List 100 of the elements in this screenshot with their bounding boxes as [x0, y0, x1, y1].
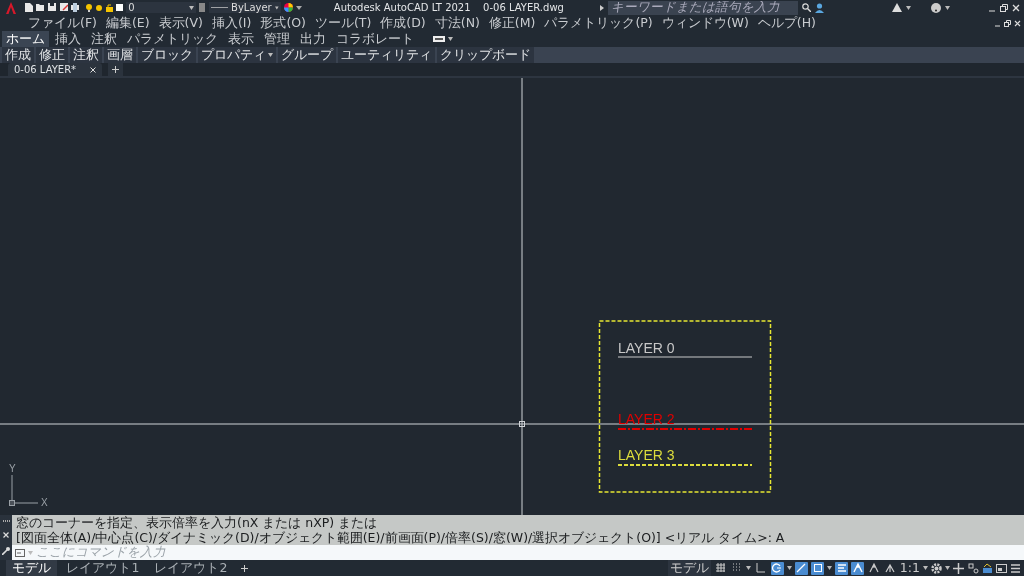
ribbon-panel-label[interactable]: グループ: [278, 47, 336, 63]
ribbon-panel-label[interactable]: 画層: [104, 47, 136, 63]
grid-toggle[interactable]: [714, 561, 728, 575]
close-icon[interactable]: [1012, 3, 1020, 12]
layer-label: LAYER 3: [618, 447, 675, 463]
plus-icon[interactable]: [953, 562, 965, 574]
caret-icon[interactable]: [923, 566, 928, 570]
ribbon-tab[interactable]: コラボレート: [332, 31, 418, 47]
menu-item[interactable]: 表示(V): [158, 15, 203, 31]
caret-icon[interactable]: [189, 5, 195, 10]
ribbon-panel-label[interactable]: 作成: [2, 47, 34, 63]
new-file-icon[interactable]: [25, 3, 34, 12]
user-icon[interactable]: [815, 2, 824, 13]
menu-item[interactable]: 形式(O): [260, 15, 306, 31]
lock-icon: [106, 3, 113, 12]
search-field[interactable]: キーワードまたは語句を入力: [608, 0, 798, 15]
menu-icon[interactable]: [1009, 562, 1021, 574]
gear-icon[interactable]: [931, 562, 943, 574]
ribbon-panel-label[interactable]: ブロック: [138, 47, 196, 63]
menu-item[interactable]: ヘルプ(H): [757, 15, 816, 31]
plus-icon[interactable]: [112, 66, 120, 73]
ribbon-toggle-icon[interactable]: [432, 36, 445, 42]
scale-dropdown[interactable]: 1:1: [899, 558, 928, 576]
model-space-button[interactable]: モデル: [668, 560, 711, 576]
close-icon[interactable]: [90, 66, 97, 73]
annotation-toggle[interactable]: [851, 561, 865, 575]
menu-item[interactable]: パラメトリック(P): [544, 15, 653, 31]
lineweight-toggle[interactable]: [835, 561, 849, 575]
layout-tab[interactable]: レイアウト1: [60, 560, 146, 576]
object-snap-toggle[interactable]: [811, 561, 824, 575]
layer-dropdown[interactable]: 0: [126, 2, 197, 13]
caret-icon[interactable]: [906, 5, 911, 10]
file-tab[interactable]: 0-06 LAYER*: [8, 63, 103, 76]
polar-toggle[interactable]: [770, 561, 784, 575]
ribbon-panel-label[interactable]: プロパティ: [198, 47, 276, 63]
command-icon[interactable]: [15, 548, 25, 557]
ribbon-panel-label[interactable]: 修正: [36, 47, 68, 63]
ribbon-tab[interactable]: 注釈: [87, 31, 121, 47]
command-history-line: [図面全体(A)/中心点(C)/ダイナミック(D)/オブジェクト範囲(E)/前画面(P)/倍率(S)/窓(W)/選択オブジェクト(O)] <リアル タイム>: A: [16, 530, 786, 545]
print-icon[interactable]: [70, 3, 79, 12]
ribbon-tab[interactable]: 挿入: [51, 31, 85, 47]
wrench-icon[interactable]: [2, 547, 10, 556]
save-icon[interactable]: [48, 3, 57, 11]
ribbon-panel-label[interactable]: 注釈: [70, 47, 102, 63]
caret-icon[interactable]: [274, 5, 279, 10]
ribbon-panel-label[interactable]: ユーティリティ: [338, 47, 435, 63]
menu-item[interactable]: 修正(M): [488, 15, 536, 31]
save-as-icon[interactable]: [59, 3, 68, 11]
open-folder-icon[interactable]: [36, 3, 46, 11]
command-history-line: 窓のコーナーを指定、表示倍率を入力(nX または nXP) または: [16, 515, 379, 530]
expand-arrow-icon[interactable]: [600, 4, 604, 11]
pattern-icon: [199, 3, 206, 12]
close-icon[interactable]: [1013, 19, 1021, 27]
restore-icon[interactable]: [1000, 3, 1008, 12]
ortho-toggle[interactable]: [754, 561, 768, 575]
caret-icon[interactable]: [447, 37, 453, 41]
linetype-line-icon: [210, 6, 228, 9]
annotation-toggle[interactable]: [867, 561, 881, 575]
menu-item[interactable]: 編集(E): [105, 15, 150, 31]
layout-tab[interactable]: レイアウト2: [148, 560, 234, 576]
caret-icon[interactable]: [746, 566, 752, 570]
caret-icon[interactable]: [827, 566, 833, 570]
angle-toggle[interactable]: [794, 561, 808, 575]
ribbon-tab[interactable]: 出力: [296, 31, 330, 47]
restore-icon[interactable]: [1003, 19, 1011, 27]
menu-item[interactable]: 挿入(I): [211, 15, 252, 31]
y-axis-label: Y: [9, 463, 16, 474]
ribbon-tab[interactable]: 表示: [224, 31, 258, 47]
menu-item[interactable]: ファイル(F): [28, 15, 97, 31]
ribbon-tab[interactable]: 管理: [260, 31, 294, 47]
bulb-icon: [85, 3, 92, 12]
grip-icon[interactable]: [2, 519, 10, 523]
help-icon[interactable]: [931, 2, 941, 13]
ucs-icon: [9, 474, 39, 506]
ribbon-panel-label[interactable]: クリップボード: [437, 47, 534, 63]
linetype-dropdown[interactable]: ByLayer: [208, 2, 281, 13]
layout-tab[interactable]: モデル: [6, 560, 58, 576]
ribbon-tab[interactable]: ホーム: [2, 31, 49, 47]
plus-icon[interactable]: [240, 564, 248, 572]
caret-icon[interactable]: [268, 53, 273, 57]
color-wheel-icon[interactable]: [283, 3, 293, 12]
search-icon[interactable]: [802, 3, 811, 12]
isolate-icon[interactable]: [967, 562, 979, 574]
ribbon-tab[interactable]: パラメトリック: [123, 31, 222, 47]
menu-item[interactable]: 作成(D): [380, 15, 426, 31]
caret-icon[interactable]: [945, 5, 950, 10]
sun-icon: [94, 3, 103, 12]
caret-icon[interactable]: [945, 566, 951, 570]
clean-screen-icon[interactable]: [995, 562, 1007, 574]
caret-icon[interactable]: [786, 566, 792, 570]
menu-item[interactable]: ウィンドウ(W): [661, 15, 749, 31]
layer-label: LAYER 0: [618, 340, 675, 356]
menu-item[interactable]: ツール(T): [314, 15, 372, 31]
dropdown-arrow-icon[interactable]: [295, 4, 302, 11]
close-icon[interactable]: [3, 532, 9, 538]
command-input[interactable]: ここにコマンドを入力: [36, 545, 336, 560]
document-title: 0-06 LAYER.dwg: [483, 1, 564, 15]
menu-item[interactable]: 寸法(N): [434, 15, 480, 31]
app-title: Autodesk AutoCAD LT 2021: [333, 1, 471, 15]
color-swatch-icon: [116, 4, 124, 11]
